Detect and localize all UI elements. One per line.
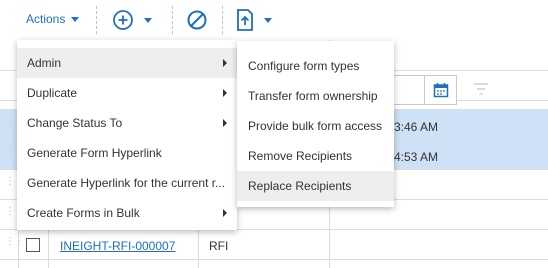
menu-item-generate-hyperlink-current[interactable]: Generate Hyperlink for the current r... (17, 168, 237, 198)
cancel-button[interactable] (186, 9, 208, 31)
form-id-link[interactable]: INEIGHT-RFI-000007 (60, 239, 175, 253)
admin-submenu: Configure form types Transfer form owner… (237, 41, 394, 207)
toolbar: Actions (0, 0, 548, 40)
chevron-right-icon (223, 89, 227, 97)
add-circle-icon (113, 10, 133, 30)
toolbar-divider (222, 6, 223, 34)
actions-label: Actions (26, 12, 66, 26)
chevron-right-icon (223, 119, 227, 127)
menu-item-remove-recipients[interactable]: Remove Recipients (237, 141, 394, 171)
menu-item-transfer-form-ownership[interactable]: Transfer form ownership (237, 81, 394, 111)
drag-handle-icon[interactable]: ⋮⋮ (5, 147, 24, 157)
drag-handle-icon[interactable]: ⋮⋮ (5, 177, 24, 187)
menu-item-replace-recipients[interactable]: Replace Recipients (237, 171, 394, 201)
calendar-button[interactable] (424, 75, 457, 105)
calendar-icon (433, 83, 448, 98)
menu-item-change-status[interactable]: Change Status To (17, 108, 237, 138)
form-type-cell: RFI (209, 239, 229, 253)
chevron-right-icon (223, 209, 227, 217)
menu-item-provide-bulk-form-access[interactable]: Provide bulk form access (237, 111, 394, 141)
menu-item-admin[interactable]: Admin (17, 48, 237, 78)
drag-handle-icon[interactable]: ⋮⋮ (5, 117, 24, 127)
actions-menu: Admin Duplicate Change Status To Generat… (17, 40, 237, 230)
toolbar-divider (172, 6, 173, 34)
menu-item-create-forms-bulk[interactable]: Create Forms in Bulk (17, 198, 237, 228)
export-file-icon (237, 9, 253, 31)
chevron-down-icon (264, 17, 272, 23)
row-checkbox[interactable] (26, 238, 40, 252)
menu-item-configure-form-types[interactable]: Configure form types (237, 51, 394, 81)
toolbar-divider (96, 6, 97, 34)
menu-item-duplicate[interactable]: Duplicate (17, 78, 237, 108)
chevron-down-icon (71, 16, 80, 22)
drag-handle-icon[interactable]: ⋮⋮ (5, 237, 24, 247)
drag-handle-icon[interactable]: ⋮⋮ (5, 207, 24, 217)
chevron-right-icon (223, 59, 227, 67)
time-cell: 3:46 AM (394, 120, 439, 134)
block-icon (187, 10, 207, 30)
add-button[interactable] (112, 9, 152, 31)
menu-item-generate-form-hyperlink[interactable]: Generate Form Hyperlink (17, 138, 237, 168)
time-cell: 4:53 AM (394, 150, 439, 164)
chevron-down-icon (144, 17, 152, 23)
export-button[interactable] (236, 9, 272, 31)
filter-icon[interactable] (473, 83, 489, 95)
actions-dropdown[interactable]: Actions (26, 12, 80, 26)
